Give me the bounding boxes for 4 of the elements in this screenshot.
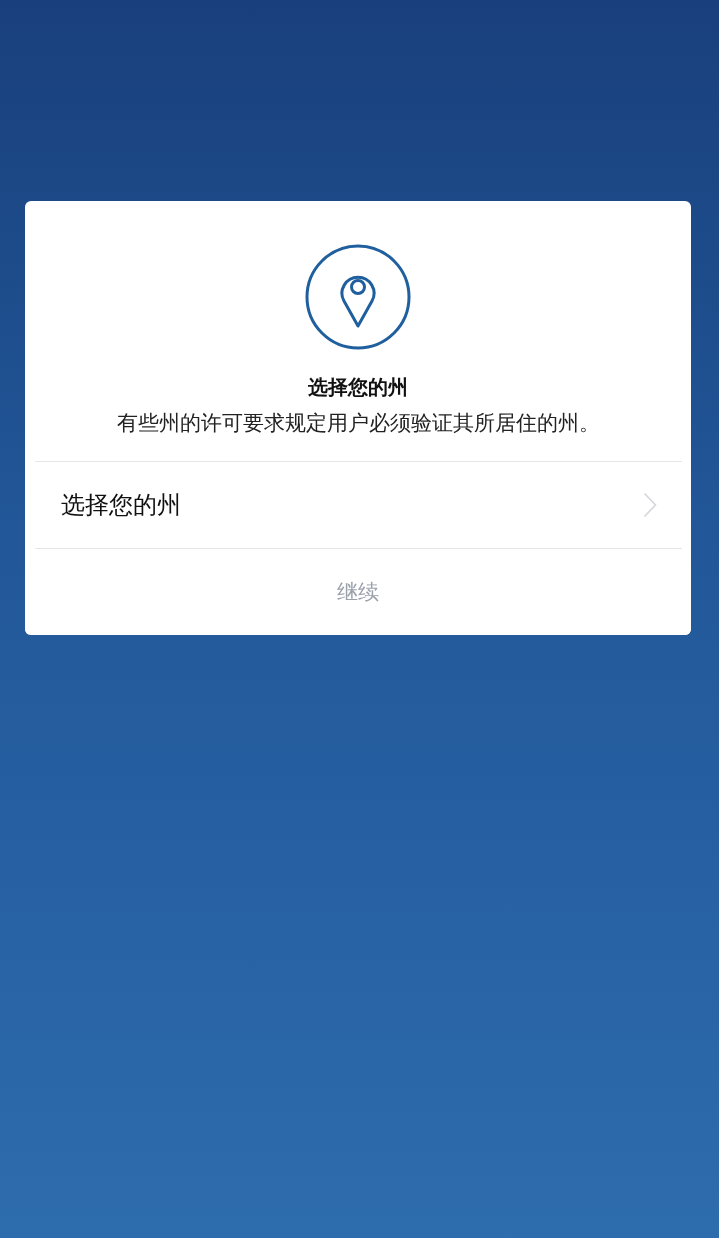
dialog-description: 有些州的许可要求规定用户必须验证其所居住的州。 bbox=[116, 410, 600, 437]
chevron-right-icon bbox=[643, 492, 657, 519]
location-pin-icon bbox=[305, 244, 411, 350]
dialog-title: 选择您的州 bbox=[308, 374, 408, 400]
